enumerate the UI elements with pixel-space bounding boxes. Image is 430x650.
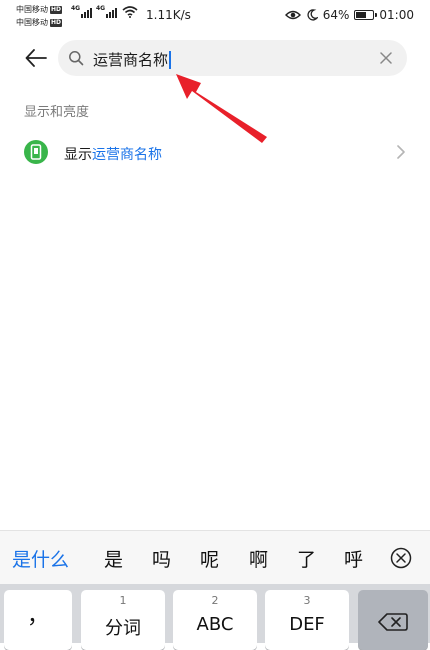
- ime-candidate-bar: 是什么 是 吗 呢 啊 了 呼: [0, 530, 430, 585]
- hd-badge: HD: [50, 5, 63, 14]
- result-label-highlight: 运营商名称: [92, 147, 162, 163]
- chevron-right-icon: [397, 145, 405, 159]
- key-label: DEF: [289, 614, 325, 635]
- net-type-label: 4G: [71, 5, 81, 12]
- key-label: 分词: [105, 618, 141, 639]
- search-query-text: 运营商名称: [93, 51, 169, 69]
- search-icon: [69, 51, 84, 66]
- search-input[interactable]: 运营商名称: [58, 40, 407, 76]
- key-number: 1: [119, 594, 127, 607]
- net-type-label-2: 4G: [96, 5, 106, 12]
- key-3[interactable]: 3 DEF: [265, 590, 349, 650]
- battery-icon: [354, 10, 378, 20]
- candidate-item[interactable]: 呼: [344, 545, 363, 572]
- key-number: 3: [303, 594, 311, 607]
- carrier-2: 中国移动: [16, 18, 48, 27]
- search-result-item[interactable]: 显示运营商名称: [0, 134, 430, 172]
- keyboard: ， 1 分词 2 ABC 3 DEF: [0, 584, 430, 650]
- key-label: ，: [26, 604, 49, 629]
- status-bar: 中国移动 HD 中国移动 HD 4G 4G 1.11K/s 64% 01:00: [0, 0, 430, 32]
- network-speed: 1.11K/s: [146, 8, 191, 22]
- candidate-item[interactable]: 是: [104, 545, 123, 572]
- clock: 01:00: [379, 8, 414, 22]
- candidate-item[interactable]: 了: [297, 545, 316, 572]
- candidate-item[interactable]: 啊: [249, 545, 268, 572]
- key-label: ABC: [196, 614, 234, 635]
- key-2[interactable]: 2 ABC: [173, 590, 257, 650]
- battery-percent: 64%: [322, 8, 350, 22]
- status-right: 64% 01:00: [284, 8, 414, 22]
- moon-icon: [307, 9, 318, 21]
- hd-badge-2: HD: [50, 18, 63, 27]
- section-header: 显示和亮度: [24, 105, 90, 120]
- carrier-1: 中国移动: [16, 5, 48, 14]
- eye-comfort-icon: [284, 10, 301, 20]
- signal-icon: 4G 4G: [71, 5, 138, 18]
- arrow-left-icon: [25, 49, 47, 67]
- search-query-field[interactable]: 运营商名称: [93, 49, 172, 70]
- result-label: 显示运营商名称: [64, 144, 162, 164]
- clear-icon[interactable]: [379, 51, 393, 65]
- backspace-key[interactable]: [358, 590, 428, 650]
- text-cursor: [169, 50, 172, 69]
- candidate-item[interactable]: 是什么: [12, 545, 69, 572]
- backspace-icon: [378, 613, 408, 631]
- result-label-prefix: 显示: [64, 147, 92, 163]
- comma-key[interactable]: ，: [4, 590, 72, 650]
- key-number: 2: [211, 594, 219, 607]
- key-1[interactable]: 1 分词: [81, 590, 165, 650]
- back-button[interactable]: [22, 44, 50, 72]
- candidate-item[interactable]: 吗: [152, 545, 171, 572]
- wifi-icon: [122, 6, 138, 18]
- candidate-item[interactable]: 呢: [200, 545, 219, 572]
- carrier-info: 中国移动 HD 中国移动 HD: [16, 3, 63, 29]
- display-icon: [24, 140, 48, 164]
- collapse-keyboard-icon[interactable]: [390, 547, 412, 569]
